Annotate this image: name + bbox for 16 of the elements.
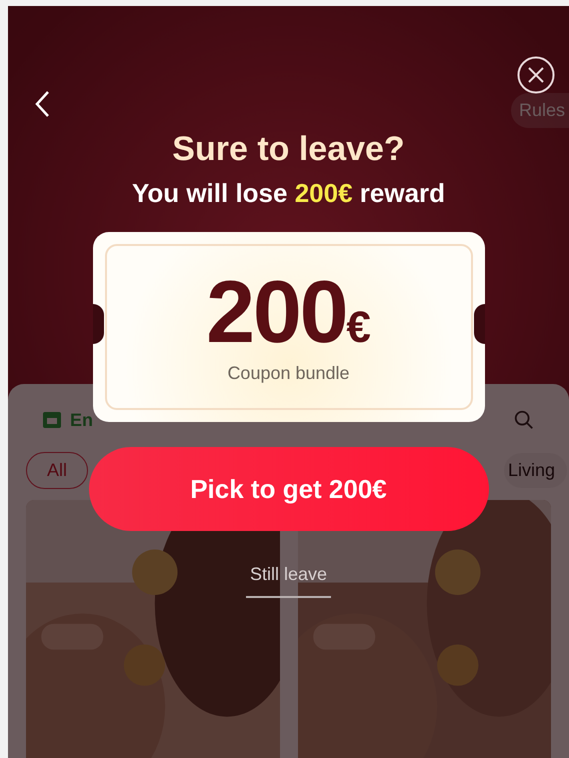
ticket-notch	[474, 304, 484, 344]
dialog-title: Sure to leave?	[172, 132, 405, 166]
coupon-caption: Coupon bundle	[227, 362, 350, 385]
back-icon[interactable]	[34, 90, 50, 118]
shop-icon	[42, 411, 62, 429]
search-icon[interactable]	[513, 409, 535, 431]
still-leave-link[interactable]: Still leave	[246, 561, 332, 598]
claim-button[interactable]: Pick to get 200€	[88, 447, 488, 531]
currency-sign: €	[346, 306, 371, 350]
ticket-notch	[92, 304, 104, 344]
category-chip[interactable]: All	[26, 452, 88, 488]
search-label: En	[70, 408, 94, 432]
coupon-amount: 200	[206, 268, 346, 356]
close-icon[interactable]	[517, 56, 555, 94]
dialog-subtitle: You will lose 200€ reward	[132, 180, 446, 206]
category-chip[interactable]: Living	[504, 452, 567, 488]
